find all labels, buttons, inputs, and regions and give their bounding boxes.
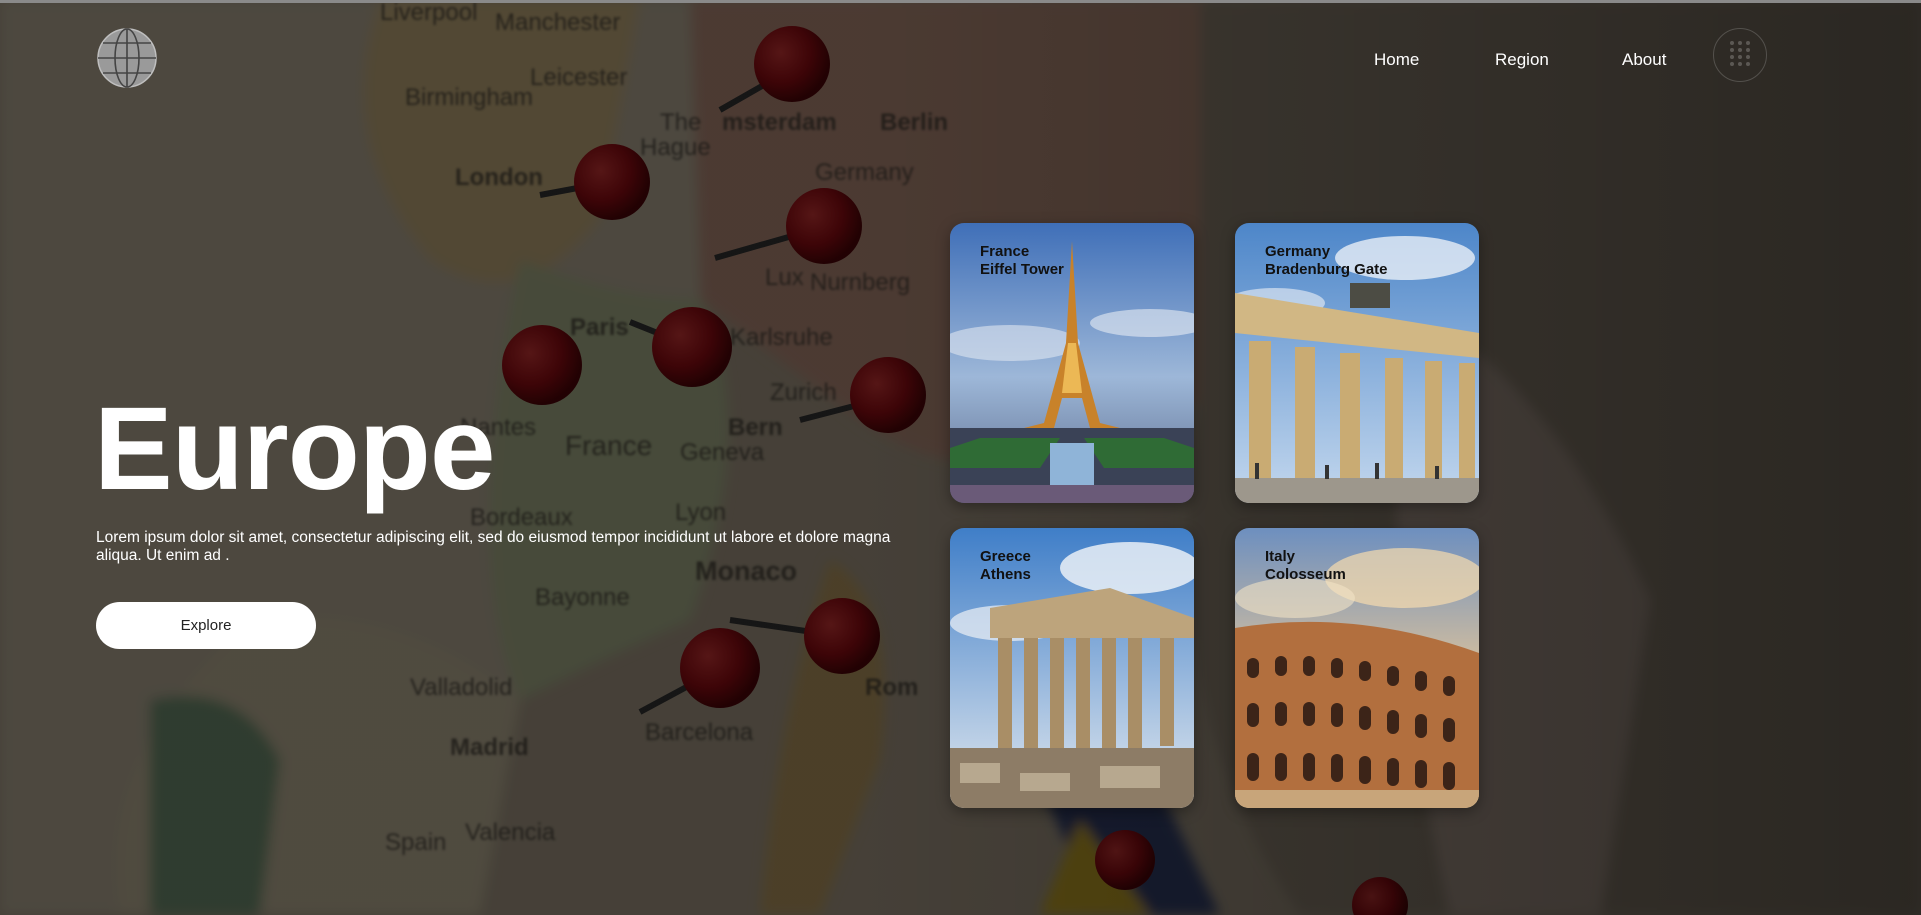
nav-region[interactable]: Region <box>1495 50 1549 70</box>
top-border <box>0 0 1921 3</box>
card-country: Greece <box>980 548 1031 565</box>
card-landmark: Eiffel Tower <box>980 261 1064 278</box>
card-landmark: Colosseum <box>1265 566 1346 583</box>
card-country: France <box>980 243 1030 260</box>
card-landmark: Bradenburg Gate <box>1265 261 1388 278</box>
hero-description: Lorem ipsum dolor sit amet, consectetur … <box>96 529 891 564</box>
globe-icon[interactable] <box>96 27 158 89</box>
grid-menu-button[interactable] <box>1713 28 1767 82</box>
nav-home[interactable]: Home <box>1374 50 1419 70</box>
destination-card-germany[interactable]: Germany Bradenburg Gate <box>1235 223 1479 503</box>
card-label: Germany Bradenburg Gate <box>1265 243 1388 279</box>
card-label: Italy Colosseum <box>1265 548 1346 584</box>
destination-card-italy[interactable]: Italy Colosseum <box>1235 528 1479 808</box>
card-country: Italy <box>1265 548 1296 565</box>
hero-title: Europe <box>94 383 495 515</box>
destination-card-greece[interactable]: Greece Athens <box>950 528 1194 808</box>
destination-card-france[interactable]: France Eiffel Tower <box>950 223 1194 503</box>
card-landmark: Athens <box>980 566 1031 583</box>
card-label: France Eiffel Tower <box>980 243 1064 279</box>
nav-about[interactable]: About <box>1622 50 1666 70</box>
grid-menu-icon <box>1729 40 1750 66</box>
card-country: Germany <box>1265 243 1331 260</box>
explore-button[interactable]: Explore <box>96 602 316 649</box>
card-label: Greece Athens <box>980 548 1031 584</box>
